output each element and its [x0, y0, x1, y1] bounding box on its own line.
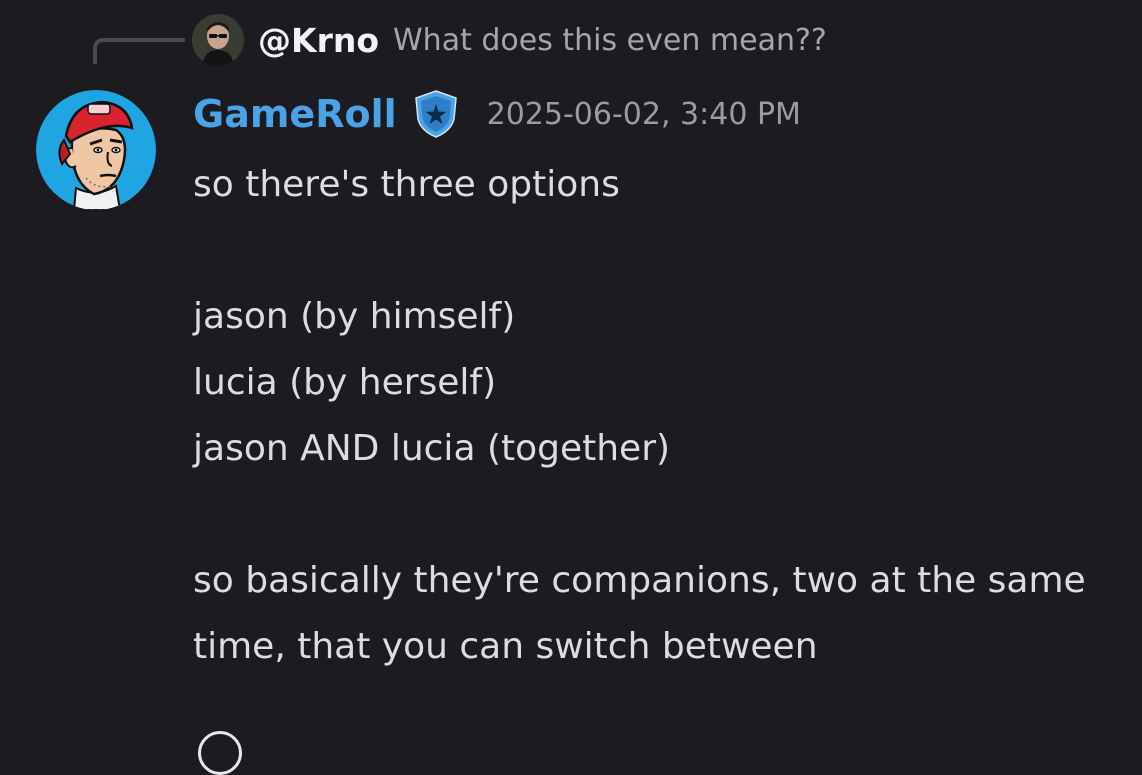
- reply-avatar-icon[interactable]: [192, 14, 244, 66]
- message-line: lucia (by herself): [193, 362, 497, 403]
- police-shield-badge-icon[interactable]: [413, 89, 459, 139]
- author-name[interactable]: GameRoll: [193, 92, 397, 136]
- reply-author-name[interactable]: @Krno: [258, 21, 379, 60]
- reply-preview-text[interactable]: What does this even mean??: [393, 23, 827, 58]
- next-message-avatar-icon[interactable]: [198, 731, 242, 775]
- message-line: so basically they're companions, two at …: [193, 560, 1086, 667]
- message-line: so there's three options: [193, 164, 620, 205]
- message-line: jason (by himself): [193, 296, 516, 337]
- message-line: jason AND lucia (together): [193, 428, 671, 469]
- reply-connector-line: [93, 38, 185, 64]
- message-header: GameRoll 2025-06-02, 3:40 PM: [193, 84, 801, 144]
- message-timestamp: 2025-06-02, 3:40 PM: [486, 96, 801, 132]
- message-content: so there's three options jason (by himse…: [193, 152, 1123, 680]
- reply-reference[interactable]: @Krno What does this even mean??: [192, 14, 827, 66]
- author-avatar-icon[interactable]: [36, 90, 156, 210]
